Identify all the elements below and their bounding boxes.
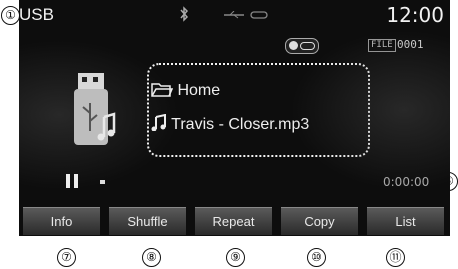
media-screen: USB 12:00 FILE 0001 Home Travis - Closer… [19, 0, 450, 236]
folder-name: Home [177, 82, 221, 99]
source-label: USB [19, 5, 54, 24]
file-number: 0001 [397, 38, 424, 51]
repeat-button[interactable]: Repeat [195, 207, 272, 235]
folder-row: Home [151, 82, 220, 100]
info-button[interactable]: Info [23, 207, 100, 235]
shuffle-button[interactable]: Shuffle [109, 207, 186, 235]
callout-9: ⑨ [226, 248, 245, 267]
usb-device-icon [74, 73, 116, 145]
file-label: FILE [368, 39, 396, 52]
bluetooth-icon [180, 6, 189, 22]
callout-11: ⑪ [386, 248, 405, 267]
usb-connector-icon [224, 11, 268, 19]
clock: 12:00 [386, 3, 444, 27]
folder-icon [151, 83, 174, 97]
song-title: Travis - Closer.mp3 [171, 116, 310, 133]
repeat-indicator-icon [285, 38, 319, 54]
music-note-icon [151, 113, 166, 132]
copy-button[interactable]: Copy [281, 207, 358, 235]
pause-icon[interactable] [66, 174, 78, 188]
elapsed-time: 0:00:00 [383, 175, 430, 189]
callout-1: ① [1, 6, 20, 25]
song-row: Travis - Closer.mp3 [151, 113, 310, 134]
callout-7: ⑦ [57, 248, 76, 267]
progress-indicator[interactable] [100, 180, 105, 184]
track-info-box [147, 63, 370, 157]
list-button[interactable]: List [367, 207, 444, 235]
callout-10: ⑩ [307, 248, 326, 267]
callout-8: ⑧ [142, 248, 161, 267]
status-bar: USB 12:00 [19, 0, 450, 30]
